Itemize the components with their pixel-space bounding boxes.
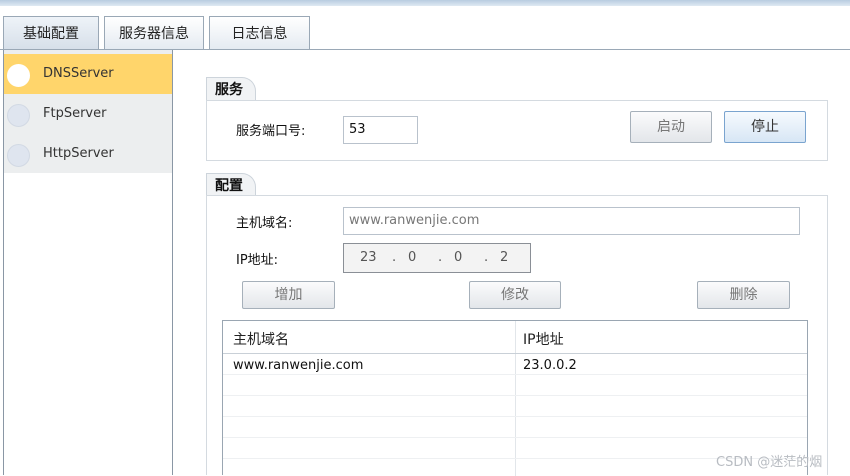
ip-octet-1: 23 [360, 250, 377, 265]
tab-label: 日志信息 [231, 26, 288, 42]
ip-dot: . [484, 250, 489, 265]
tab-label: 基础配置 [23, 26, 79, 42]
table-cell-ip: 23.0.0.2 [523, 358, 577, 373]
server-item-label: DNSServer [43, 66, 114, 81]
ip-dot: . [392, 250, 397, 265]
table-row[interactable] [223, 417, 807, 438]
delete-button[interactable]: 删除 [697, 281, 790, 309]
ip-dot: . [438, 250, 443, 265]
ip-octet-2: 0 [408, 250, 417, 265]
column-header-ip[interactable]: IP地址 [523, 329, 564, 349]
table-cell-host: www.ranwenjie.com [233, 358, 364, 373]
port-input[interactable]: 53 [343, 116, 418, 144]
server-item-label: HttpServer [43, 146, 114, 161]
server-item-http[interactable]: HttpServer [4, 134, 172, 174]
edit-button[interactable]: 修改 [469, 281, 561, 309]
ip-address-input[interactable]: 23 . 0 . 0 . 2 [343, 243, 531, 273]
service-group-title: 服务 [206, 77, 256, 101]
table-row[interactable] [223, 396, 807, 417]
server-item-label: FtpServer [43, 106, 107, 121]
server-item-dns[interactable]: DNSServer [4, 54, 172, 94]
server-item-ftp[interactable]: FtpServer [4, 94, 172, 134]
tab-basic-config[interactable]: 基础配置 [3, 16, 99, 50]
config-group-title: 配置 [206, 173, 256, 197]
port-label: 服务端口号: [236, 124, 306, 139]
start-button[interactable]: 启动 [630, 111, 712, 143]
watermark: CSDN @迷茫的烟 [716, 455, 823, 470]
window-top-strip [0, 0, 850, 6]
host-label: 主机域名: [236, 216, 293, 231]
tab-bar: 基础配置 服务器信息 日志信息 [0, 16, 850, 50]
server-status-icon [7, 104, 30, 127]
host-input[interactable]: www.ranwenjie.com [343, 207, 800, 235]
add-button[interactable]: 增加 [242, 281, 335, 309]
column-header-host[interactable]: 主机域名 [233, 329, 289, 349]
tab-log-info[interactable]: 日志信息 [209, 16, 310, 50]
ip-label: IP地址: [236, 253, 279, 268]
table-row[interactable]: www.ranwenjie.com 23.0.0.2 [223, 354, 807, 375]
tab-server-info[interactable]: 服务器信息 [104, 16, 204, 50]
server-status-icon [7, 64, 30, 87]
server-status-icon [7, 144, 30, 167]
ip-octet-4: 2 [500, 250, 509, 265]
ip-octet-3: 0 [454, 250, 463, 265]
server-list: DNSServer FtpServer HttpServer [3, 50, 173, 475]
tab-label: 服务器信息 [119, 26, 189, 42]
stop-button[interactable]: 停止 [724, 111, 806, 143]
table-row[interactable] [223, 375, 807, 396]
